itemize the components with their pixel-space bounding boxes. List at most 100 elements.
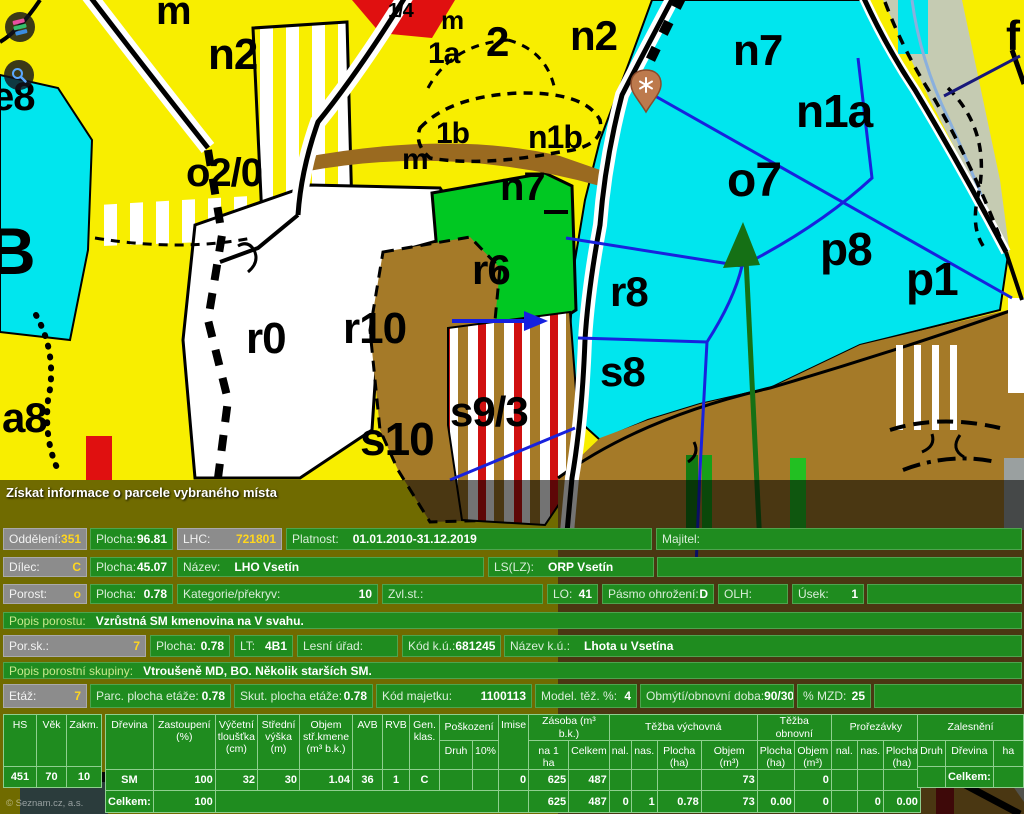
map-label: 1a xyxy=(428,40,459,69)
field-filler xyxy=(874,684,1022,708)
map-label: 2 xyxy=(486,22,508,62)
field-platnost: Platnost:01.01.2010-31.12.2019 xyxy=(286,528,652,550)
map-label: n2 xyxy=(570,16,617,56)
field-majitel: Majitel: xyxy=(656,528,1022,550)
layers-icon xyxy=(11,18,29,36)
col-header: Objem (m³) xyxy=(701,741,757,770)
field-plocha-oddeleni: Plocha:96.81 xyxy=(90,528,173,550)
table-row: SM 100 32 30 1.04 36 1 C 0 625 487 xyxy=(106,770,921,791)
map-label: o2/0 xyxy=(186,154,262,192)
map-label: m xyxy=(441,8,463,33)
field-lslz: LS(LZ):ORP Vsetín xyxy=(488,557,654,577)
map-label: 1/4 xyxy=(388,2,413,21)
col-header: Celkem xyxy=(569,741,610,770)
col-group-header: Zalesnění xyxy=(918,715,1024,741)
field-parc-plocha: Parc. plocha etáže:0.78 xyxy=(90,684,231,708)
field-popis-skupiny: Popis porostní skupiny:Vtroušeně MD, BO.… xyxy=(3,662,1022,679)
map-label: n1a xyxy=(796,90,872,134)
map-label: n7 xyxy=(733,30,782,72)
map-attribution: © Seznam.cz, a.s. xyxy=(6,798,83,809)
map-label: r6 xyxy=(472,250,510,290)
col-header: nas. xyxy=(631,741,657,770)
map-label: o7 xyxy=(727,158,781,204)
map-label: m xyxy=(402,146,428,175)
field-nazev: Název:LHO Vsetín xyxy=(177,557,484,577)
map-label: r0 xyxy=(246,318,286,360)
map-label: n2 xyxy=(208,34,257,76)
parcel-info-panel: Získat informace o parcele vybraného mís… xyxy=(0,480,1024,814)
field-olh: OLH: xyxy=(718,584,788,604)
col-header: RVB xyxy=(383,715,410,770)
col-header: Zastoupení (%) xyxy=(153,715,215,770)
field-oddeleni: Oddělení:351 xyxy=(3,528,87,550)
col-header: Plocha (ha) xyxy=(883,741,920,770)
map-label: p1 xyxy=(906,258,958,302)
col-header: nas. xyxy=(857,741,883,770)
col-header: nal. xyxy=(609,741,631,770)
col-header: na 1 ha xyxy=(529,741,569,770)
table-row-total: Celkem: 100 625 487 0 1 0.78 73 0.00 0 0… xyxy=(106,791,921,813)
table-cell: 70 xyxy=(37,767,67,788)
field-pasmo: Pásmo ohrožení:D xyxy=(602,584,714,604)
table-row: Celkem: xyxy=(918,767,1024,788)
field-usek: Úsek:1 xyxy=(792,584,864,604)
col-header: Věk xyxy=(37,715,67,767)
field-popis-porostu: Popis porostu:Vzrůstná SM kmenovina na V… xyxy=(3,612,1022,629)
col-group-header: Těžba výchovná xyxy=(609,715,757,741)
map-label: r10 xyxy=(343,308,406,350)
col-header: Plocha (ha) xyxy=(757,741,794,770)
stand-id-table: HS Věk Zakm. 451 70 10 xyxy=(3,714,102,788)
field-lesni-urad: Lesní úřad: xyxy=(297,635,398,657)
col-header: Plocha (ha) xyxy=(657,741,701,770)
col-header: AVB xyxy=(353,715,383,770)
col-header: nal. xyxy=(831,741,857,770)
col-header: Dřevina xyxy=(945,741,993,767)
col-header: Výčetní tloušťka (cm) xyxy=(215,715,257,770)
layers-button[interactable] xyxy=(5,12,35,42)
col-group-header: Poškození xyxy=(440,715,499,741)
field-zvlst: Zvl.st.: xyxy=(382,584,543,604)
field-dilec: Dílec:C xyxy=(3,557,87,577)
col-header: Objem (m³) xyxy=(794,741,831,770)
field-kategorie: Kategorie/překryv:10 xyxy=(177,584,378,604)
field-plocha-dilec: Plocha:45.07 xyxy=(90,557,173,577)
col-header: Gen. klas. xyxy=(410,715,440,770)
field-plocha-porsk: Plocha:0.78 xyxy=(150,635,230,657)
col-header: HS xyxy=(4,715,37,767)
stand-detail-table: Dřevina Zastoupení (%) Výčetní tloušťka … xyxy=(105,714,921,813)
col-header: Imise xyxy=(499,715,529,770)
col-header: Objem stř.kmene (m³ b.k.) xyxy=(300,715,353,770)
field-lhc: LHC:721801 xyxy=(177,528,282,550)
map-label: s10 xyxy=(360,418,434,462)
map-label: n1b xyxy=(528,122,582,152)
field-nazev-ku: Název k.ú.:Lhota u Vsetína xyxy=(504,635,1022,657)
field-porost: Porost:o xyxy=(3,584,87,604)
field-kod-ku: Kód k.ú.:681245 xyxy=(402,635,501,657)
panel-title: Získat informace o parcele vybraného mís… xyxy=(6,485,277,500)
search-button[interactable] xyxy=(4,60,34,90)
map-label: p8 xyxy=(820,228,872,272)
map-label: s8 xyxy=(600,352,645,392)
field-obmyti: Obmýtí/obnovní doba:90/30 xyxy=(640,684,794,708)
col-header: Druh xyxy=(440,741,473,770)
field-plocha-porost: Plocha:0.78 xyxy=(90,584,173,604)
col-header: Střední výška (m) xyxy=(258,715,300,770)
col-header: 10% xyxy=(473,741,499,770)
col-header: Zakm. xyxy=(67,715,102,767)
forestry-gis-app: m n2 1/4 m 1a 2 n2 1b m n1b n7 n1a o2/0 … xyxy=(0,0,1024,814)
table-cell: 451 xyxy=(4,767,37,788)
zalesneni-table: Zalesnění Druh Dřevina ha Celkem: xyxy=(917,714,1024,788)
col-group-header: Zásoba (m³ b.k.) xyxy=(529,715,610,741)
map-label: m xyxy=(156,0,191,30)
map-label: f xyxy=(1006,16,1019,56)
field-filler xyxy=(657,557,1022,577)
col-group-header: Těžba obnovní xyxy=(757,715,831,741)
map-label: r8 xyxy=(610,272,648,312)
field-model-tez: Model. těž. %:4 xyxy=(535,684,637,708)
map-label: B xyxy=(0,220,35,283)
field-porsk: Por.sk.:7 xyxy=(3,635,146,657)
map-label: n7 xyxy=(500,168,545,206)
map-label: 1b xyxy=(436,120,469,149)
map-label: s9/3 xyxy=(450,392,528,432)
col-header: Dřevina xyxy=(106,715,154,770)
